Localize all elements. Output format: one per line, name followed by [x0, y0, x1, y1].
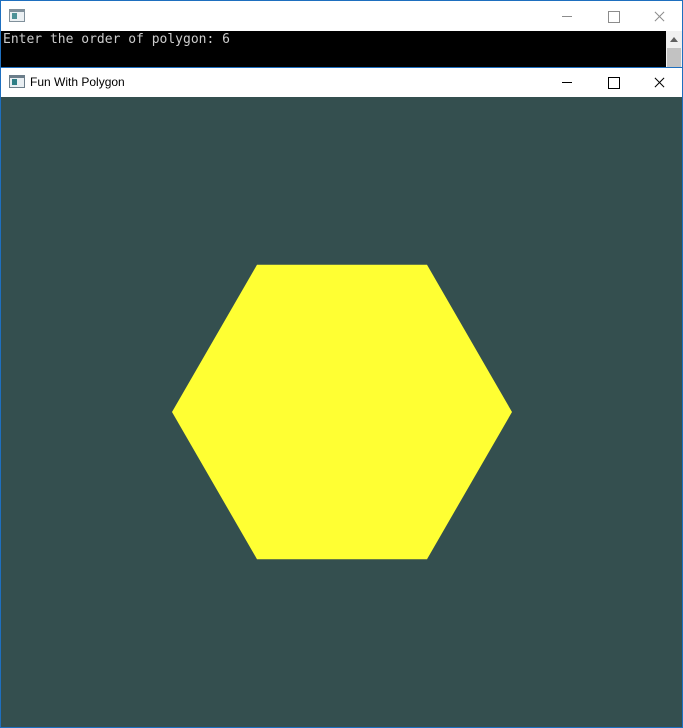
polygon-canvas-svg: [1, 97, 682, 727]
window-title: Fun With Polygon: [30, 75, 125, 89]
polygon-titlebar[interactable]: Fun With Polygon: [1, 68, 682, 97]
scroll-up-arrow-icon[interactable]: [670, 37, 678, 42]
maximize-button[interactable]: [590, 68, 636, 97]
console-minimize-button[interactable]: [544, 1, 590, 31]
polygon-app-icon: [9, 75, 25, 88]
opengl-canvas[interactable]: [1, 97, 682, 727]
scroll-thumb[interactable]: [667, 48, 681, 68]
polygon-window[interactable]: Fun With Polygon: [0, 67, 683, 728]
console-app-icon: [9, 9, 25, 22]
console-maximize-button[interactable]: [590, 1, 636, 31]
console-window-controls: [544, 1, 682, 31]
console-titlebar[interactable]: [1, 1, 682, 31]
console-prompt-line: Enter the order of polygon: 6: [3, 32, 230, 47]
console-close-button[interactable]: [636, 1, 682, 31]
close-button[interactable]: [636, 68, 682, 97]
minimize-button[interactable]: [544, 68, 590, 97]
polygon-window-controls: [544, 68, 682, 97]
